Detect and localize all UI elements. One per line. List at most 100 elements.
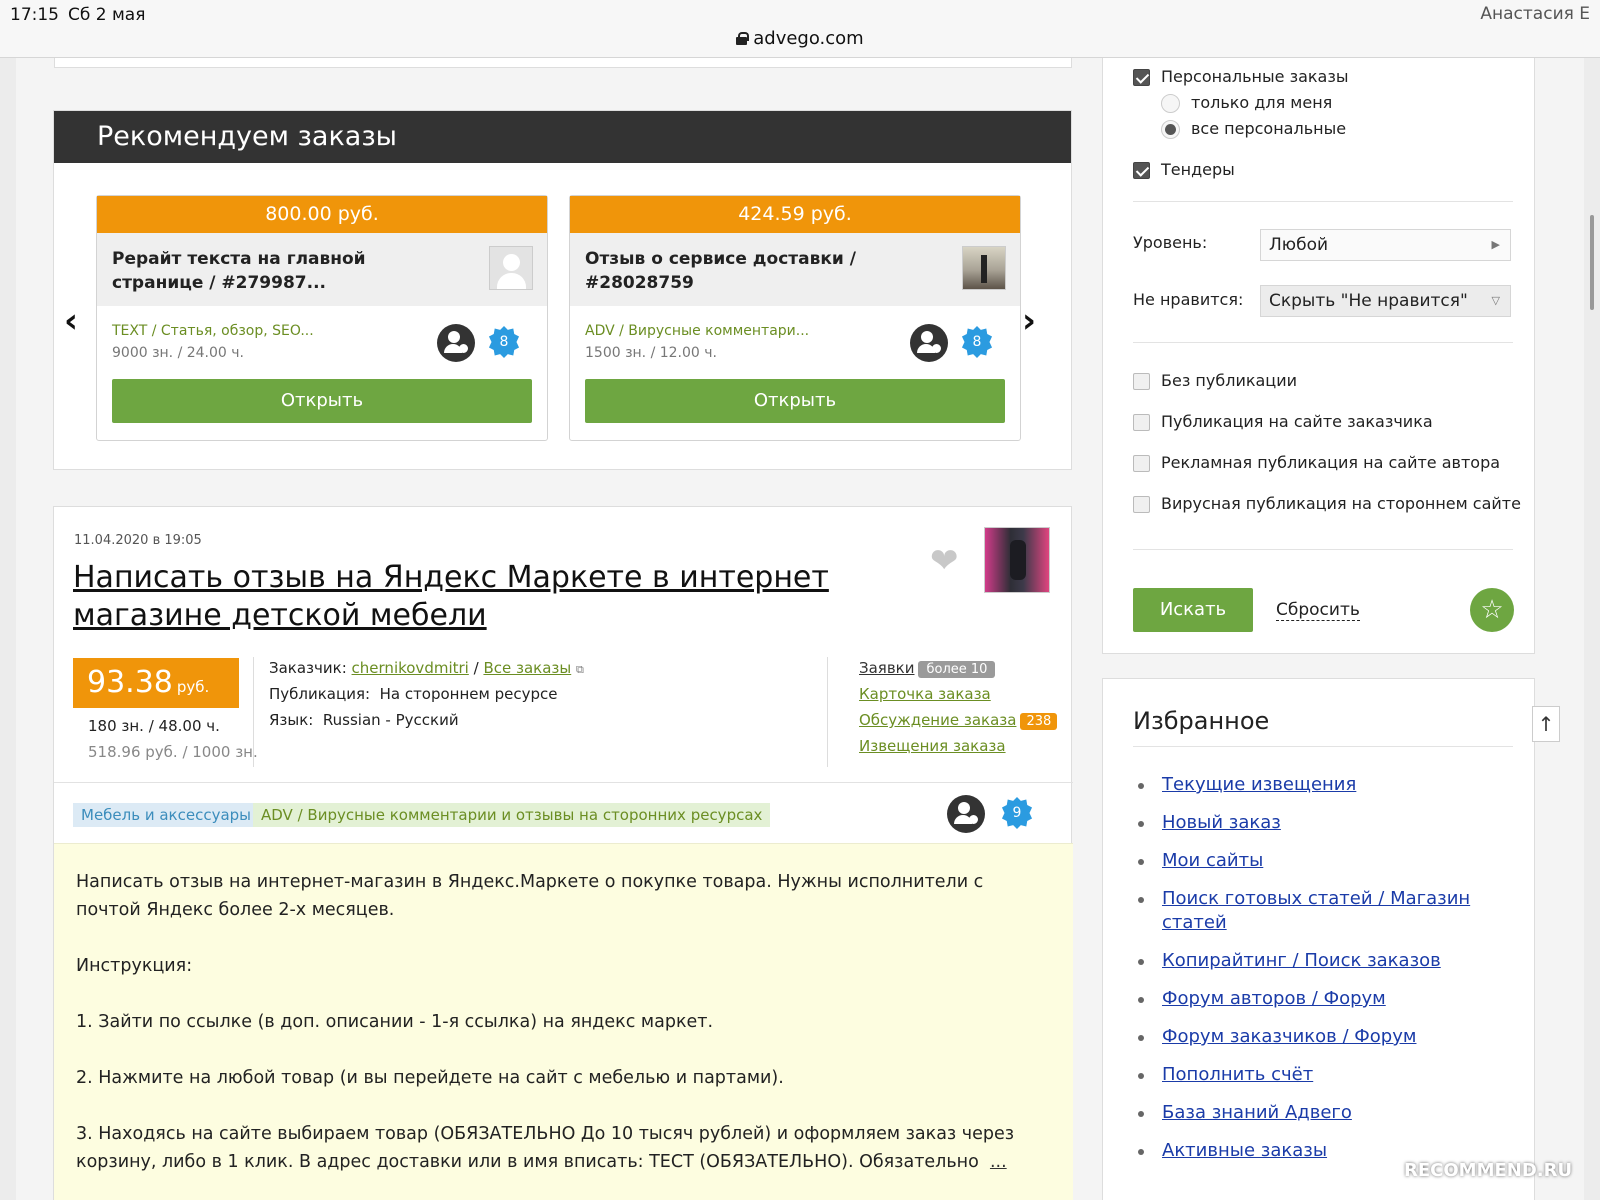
divider <box>1133 342 1513 343</box>
filter-panel: Персональные заказы только для меня все … <box>1102 58 1535 654</box>
user-clock-icon <box>437 324 475 362</box>
ad-publication-checkbox[interactable] <box>1133 455 1150 472</box>
category-tag[interactable]: Мебель и аксессуары <box>73 803 260 827</box>
tenders-checkbox[interactable] <box>1133 162 1150 179</box>
order-card-link[interactable]: Карточка заказа <box>859 685 991 703</box>
favorites-item[interactable]: Пополнить счёт <box>1133 1063 1523 1087</box>
favorites-item[interactable]: Текущие извещения <box>1133 773 1523 797</box>
scroll-up-icon[interactable]: ↑ <box>1532 706 1560 742</box>
order-links: Заявки более 10 Карточка заказа Обсуждени… <box>859 659 1058 763</box>
card-meta: 1500 зн. / 12.00 ч. <box>585 345 717 361</box>
customer-site-checkbox[interactable] <box>1133 414 1150 431</box>
dislike-label: Не нравится: <box>1133 290 1244 309</box>
language-line: Язык: Russian - Русский <box>269 711 459 729</box>
lock-icon <box>736 32 750 45</box>
divider <box>253 657 254 767</box>
applications-link[interactable]: Заявки <box>859 659 914 677</box>
caret-right-icon: ▶ <box>1491 238 1500 251</box>
reset-link[interactable]: Сбросить <box>1276 600 1360 621</box>
level-label: Уровень: <box>1133 233 1208 252</box>
order-card: 424.59 руб. Отзыв о сервисе доставки / #… <box>569 195 1021 441</box>
favorites-item[interactable]: Новый заказ <box>1133 811 1523 835</box>
publication-line: Публикация: На стороннем ресурсе <box>269 685 558 703</box>
order-title[interactable]: Написать отзыв на Яндекс Маркете в интер… <box>73 559 833 635</box>
card-title[interactable]: Рерайт текста на главной странице / #279… <box>112 247 442 295</box>
level-select[interactable]: Любой ▶ <box>1260 229 1511 261</box>
customer-site-label: Публикация на сайте заказчика <box>1161 412 1433 431</box>
status-user: Анастасия Е <box>1480 4 1590 24</box>
personal-orders-checkbox[interactable] <box>1133 69 1150 86</box>
all-orders-link[interactable]: Все заказы <box>483 659 571 677</box>
card-price: 424.59 руб. <box>570 196 1020 233</box>
status-time: 17:15 <box>10 5 59 25</box>
chevron-right-icon[interactable]: › <box>1022 301 1036 341</box>
favorites-item[interactable]: База знаний Адвего <box>1133 1101 1523 1125</box>
page-content: Рекомендуем заказы ‹ › 800.00 руб. Рерай… <box>16 58 1584 1200</box>
all-personal-label: все персональные <box>1191 119 1347 138</box>
applications-count: более 10 <box>918 661 996 678</box>
order-price: 93.38 руб. <box>73 658 239 708</box>
description-paragraph: 1. Зайти по ссылке (в доп. описании - 1-… <box>76 1012 714 1032</box>
chevron-down-icon: ▽ <box>1491 294 1500 307</box>
card-title[interactable]: Отзыв о сервисе доставки / #28028759 <box>585 247 915 295</box>
customer-line: Заказчик: chernikovdmitri / Все заказы ⧉ <box>269 659 584 677</box>
card-header: Рерайт текста на главной странице / #279… <box>97 233 547 306</box>
order-rate: 518.96 руб. / 1000 зн. <box>88 743 258 761</box>
only-me-radio[interactable] <box>1161 94 1180 113</box>
order-card: 800.00 руб. Рерайт текста на главной стр… <box>96 195 548 441</box>
description-paragraph: 3. Находясь на сайте выбираем товар (ОБЯ… <box>76 1124 1015 1172</box>
favorites-item[interactable]: Мои сайты <box>1133 849 1523 873</box>
viral-publication-label: Вирусная публикация на стороннем сайте <box>1161 494 1521 513</box>
open-button[interactable]: Открыть <box>112 379 532 423</box>
external-link-icon: ⧉ <box>576 663 584 676</box>
viral-publication-checkbox[interactable] <box>1133 496 1150 513</box>
favorites-item[interactable]: Копирайтинг / Поиск заказов <box>1133 949 1523 973</box>
status-date: Сб 2 мая <box>68 5 146 25</box>
order-volume: 180 зн. / 48.00 ч. <box>88 717 220 735</box>
card-price: 800.00 руб. <box>97 196 547 233</box>
divider <box>1133 549 1513 550</box>
discussion-count: 238 <box>1020 713 1058 730</box>
chevron-left-icon[interactable]: ‹ <box>64 301 78 341</box>
all-personal-radio[interactable] <box>1161 120 1180 139</box>
favorites-item[interactable]: Поиск готовых статей / Магазин статей <box>1133 887 1523 935</box>
customer-photo[interactable] <box>984 527 1050 593</box>
open-button[interactable]: Открыть <box>585 379 1005 423</box>
notifications-link[interactable]: Извещения заказа <box>859 737 1006 755</box>
status-bar: 17:15 Сб 2 мая Анастасия Е advego.com <box>0 0 1600 58</box>
scrollbar[interactable] <box>1590 215 1594 310</box>
customer-avatar <box>489 246 533 290</box>
dislike-select[interactable]: Скрыть "Не нравится" ▽ <box>1260 285 1511 317</box>
star-icon[interactable]: ☆ <box>1470 588 1514 632</box>
customer-link[interactable]: chernikovdmitri <box>352 659 469 677</box>
url-text: advego.com <box>753 28 864 49</box>
level-badge: 8 <box>958 323 996 361</box>
search-button[interactable]: Искать <box>1133 588 1253 632</box>
personal-orders-label: Персональные заказы <box>1161 67 1349 86</box>
customer-avatar <box>962 246 1006 290</box>
divider <box>1133 201 1513 202</box>
discussion-link[interactable]: Обсуждение заказа <box>859 711 1016 729</box>
favorites-item[interactable]: Форум заказчиков / Форум <box>1133 1025 1523 1049</box>
user-clock-icon <box>910 324 948 362</box>
heart-icon[interactable]: ❤ <box>930 541 959 581</box>
description-paragraph: Инструкция: <box>76 956 193 976</box>
only-me-label: только для меня <box>1191 93 1333 112</box>
card-meta: 9000 зн. / 24.00 ч. <box>112 345 244 361</box>
recommended-orders: Рекомендуем заказы ‹ › 800.00 руб. Рерай… <box>53 110 1072 470</box>
type-tag[interactable]: ADV / Вирусные комментарии и отзывы на с… <box>253 803 771 827</box>
no-publication-checkbox[interactable] <box>1133 373 1150 390</box>
no-publication-label: Без публикации <box>1161 371 1297 390</box>
ad-publication-label: Рекламная публикация на сайте автора <box>1161 453 1501 472</box>
description-paragraph: Написать отзыв на интернет-магазин в Янд… <box>76 872 984 920</box>
address-bar[interactable]: advego.com <box>0 28 1600 49</box>
order-detail: 11.04.2020 в 19:05 Написать отзыв на Янд… <box>53 506 1073 1200</box>
favorites-title: Избранное <box>1133 707 1270 735</box>
card-header: Отзыв о сервисе доставки / #28028759 <box>570 233 1020 306</box>
card-category[interactable]: TEXT / Статья, обзор, SEO... <box>112 323 314 339</box>
more-link[interactable]: ... <box>990 1152 1007 1172</box>
favorites-item[interactable]: Форум авторов / Форум <box>1133 987 1523 1011</box>
card-category[interactable]: ADV / Вирусные комментари... <box>585 323 809 339</box>
order-description: Написать отзыв на интернет-магазин в Янд… <box>54 843 1073 1200</box>
divider <box>827 657 828 767</box>
